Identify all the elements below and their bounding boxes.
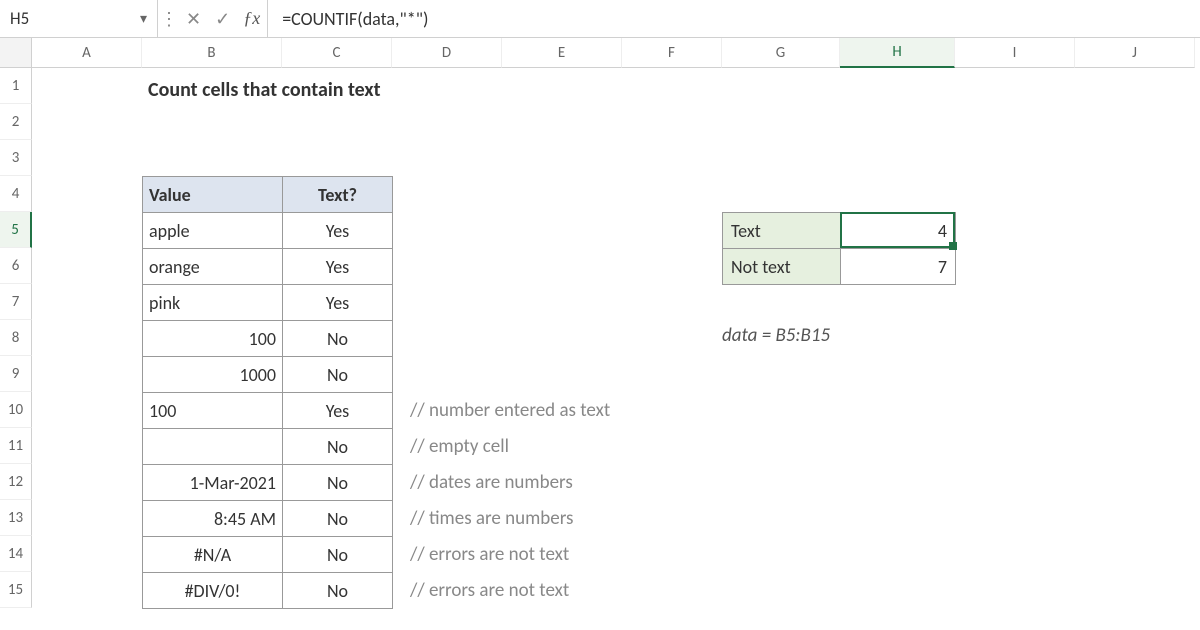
table-cell[interactable]: No xyxy=(283,429,393,465)
results-value[interactable]: 4 xyxy=(841,213,956,249)
comment-text: // number entered as text xyxy=(410,399,610,422)
table-cell[interactable]: apple xyxy=(143,213,283,249)
page-title: Count cells that contain text xyxy=(148,78,381,102)
row-header[interactable]: 10 xyxy=(0,392,32,428)
column-header[interactable]: E xyxy=(502,38,622,68)
table-cell[interactable]: 1-Mar-2021 xyxy=(143,465,283,501)
table-cell[interactable]: Yes xyxy=(283,285,393,321)
results-label[interactable]: Not text xyxy=(723,249,841,285)
column-header[interactable]: H xyxy=(840,38,955,68)
comment-text: // errors are not text xyxy=(410,579,569,602)
table-cell[interactable]: No xyxy=(283,573,393,609)
table-cell[interactable]: Yes xyxy=(283,213,393,249)
table-cell[interactable]: Yes xyxy=(283,393,393,429)
table-header-value[interactable]: Value xyxy=(143,177,283,213)
comment-text: // errors are not text xyxy=(410,543,569,566)
name-box[interactable]: H5 ▾ xyxy=(0,0,158,37)
table-cell[interactable]: No xyxy=(283,321,393,357)
column-header[interactable]: F xyxy=(622,38,722,68)
chevron-down-icon[interactable]: ▾ xyxy=(140,10,147,27)
results-label[interactable]: Text xyxy=(723,213,841,249)
divider: ⋮ xyxy=(158,0,180,37)
table-cell[interactable]: No xyxy=(283,501,393,537)
fx-icon[interactable]: ƒx xyxy=(236,0,268,37)
formula-bar: H5 ▾ ⋮ ✕ ✓ ƒx =COUNTIF(data,"*") xyxy=(0,0,1200,38)
comment-text: // times are numbers xyxy=(410,507,573,530)
table-cell[interactable]: 8:45 AM xyxy=(143,501,283,537)
table-cell[interactable]: No xyxy=(283,537,393,573)
results-table: Text 4 Not text 7 xyxy=(722,212,956,285)
table-cell[interactable]: No xyxy=(283,357,393,393)
column-header[interactable]: A xyxy=(32,38,142,68)
table-cell[interactable]: 1000 xyxy=(143,357,283,393)
table-cell[interactable]: orange xyxy=(143,249,283,285)
row-header[interactable]: 15 xyxy=(0,572,32,608)
table-cell[interactable] xyxy=(143,429,283,465)
row-header[interactable]: 7 xyxy=(0,284,32,320)
formula-bar-icons: ✕ ✓ xyxy=(180,8,236,30)
row-header[interactable]: 9 xyxy=(0,356,32,392)
row-header[interactable]: 12 xyxy=(0,464,32,500)
table-cell[interactable]: No xyxy=(283,465,393,501)
row-header[interactable]: 8 xyxy=(0,320,32,356)
table-cell[interactable]: pink xyxy=(143,285,283,321)
table-cell[interactable]: 100 xyxy=(143,321,283,357)
column-headers: A B C D E F G H I J xyxy=(32,38,1200,68)
named-range-note: data = B5:B15 xyxy=(722,324,830,347)
column-header[interactable]: J xyxy=(1075,38,1195,68)
comment-text: // empty cell xyxy=(410,435,509,458)
cancel-icon[interactable]: ✕ xyxy=(186,8,201,30)
results-value[interactable]: 7 xyxy=(841,249,956,285)
data-table: Value Text? appleYes orangeYes pinkYes 1… xyxy=(142,176,393,609)
row-header[interactable]: 1 xyxy=(0,68,32,104)
cell-reference: H5 xyxy=(10,8,29,29)
row-header[interactable]: 2 xyxy=(0,104,32,140)
row-header[interactable]: 6 xyxy=(0,248,32,284)
row-header[interactable]: 5 xyxy=(0,212,32,248)
table-cell[interactable]: #DIV/0! xyxy=(143,573,283,609)
select-all-corner[interactable] xyxy=(0,38,32,68)
comment-text: // dates are numbers xyxy=(410,471,573,494)
column-header[interactable]: C xyxy=(282,38,392,68)
column-header[interactable]: D xyxy=(392,38,502,68)
column-header[interactable]: G xyxy=(722,38,840,68)
row-header[interactable]: 14 xyxy=(0,536,32,572)
table-cell[interactable]: Yes xyxy=(283,249,393,285)
row-headers: 1 2 3 4 5 6 7 8 9 10 11 12 13 14 15 xyxy=(0,38,32,630)
accept-icon[interactable]: ✓ xyxy=(215,8,230,30)
column-header[interactable]: I xyxy=(955,38,1075,68)
table-cell[interactable]: #N/A xyxy=(143,537,283,573)
column-header[interactable]: B xyxy=(142,38,282,68)
row-header[interactable]: 3 xyxy=(0,140,32,176)
row-header[interactable]: 4 xyxy=(0,176,32,212)
comments: // number entered as text // empty cell … xyxy=(410,392,610,608)
row-header[interactable]: 11 xyxy=(0,428,32,464)
table-cell[interactable]: 100 xyxy=(143,393,283,429)
row-header[interactable]: 13 xyxy=(0,500,32,536)
formula-input[interactable]: =COUNTIF(data,"*") xyxy=(268,8,1200,30)
table-header-text[interactable]: Text? xyxy=(283,177,393,213)
worksheet[interactable]: Count cells that contain text Value Text… xyxy=(32,68,1200,630)
